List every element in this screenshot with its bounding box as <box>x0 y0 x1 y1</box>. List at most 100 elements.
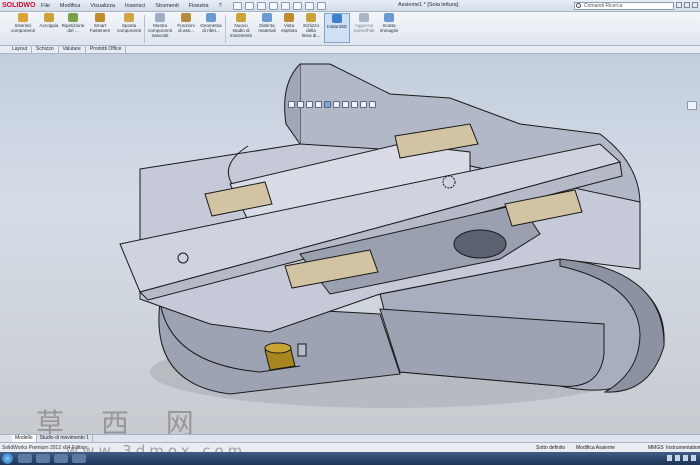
tab-office-products[interactable]: Prodotti Office <box>86 46 127 53</box>
mate-icon <box>44 13 54 22</box>
bill-of-materials-icon <box>262 13 272 22</box>
search-input[interactable]: Comandi Ricerca <box>574 2 674 10</box>
reference-geometry-icon <box>206 13 216 22</box>
instant3d-icon <box>332 14 342 23</box>
ribbon-separator <box>144 15 145 43</box>
model-tabs: Modello Studio di movimento 1 <box>0 434 700 442</box>
zoom-area-icon[interactable] <box>297 101 304 108</box>
scene-icon[interactable] <box>360 101 367 108</box>
menu-bar: File Modifica Visualizza Inserisci Strum… <box>36 3 227 9</box>
taskbar-browser-icon[interactable] <box>36 454 50 463</box>
search-placeholder: Comandi Ricerca <box>584 3 623 9</box>
taskbar <box>0 452 700 465</box>
move-component-button[interactable]: Sposta componenti <box>114 13 144 33</box>
speedpak-icon <box>359 13 369 22</box>
status-units[interactable]: MMGS <box>648 445 664 451</box>
explode-line-sketch-button[interactable]: Schizzo della linea di... <box>299 13 323 38</box>
hide-show-icon[interactable] <box>342 101 349 108</box>
tray-icon[interactable] <box>675 455 680 461</box>
tab-model[interactable]: Modello <box>12 435 37 442</box>
tab-layout[interactable]: Layout <box>8 46 33 53</box>
window-controls <box>676 2 698 8</box>
start-button-icon[interactable] <box>2 453 13 464</box>
appearance-icon[interactable] <box>351 101 358 108</box>
command-manager-tabs: Layout Schizzo Valutare Prodotti Office <box>0 46 700 54</box>
exploded-view-button[interactable]: Vista esplosa <box>279 13 299 33</box>
side-plug <box>297 343 307 357</box>
select-icon[interactable] <box>292 1 302 10</box>
pattern-icon <box>68 13 78 22</box>
save-icon[interactable] <box>256 1 266 10</box>
undo-icon[interactable] <box>280 1 290 10</box>
taskbar-explorer-icon[interactable] <box>18 454 32 463</box>
ribbon-separator <box>225 15 226 43</box>
exploded-view-icon <box>284 13 294 22</box>
menu-file[interactable]: File <box>36 3 55 9</box>
insert-components-button[interactable]: Inserisci componenti <box>8 13 38 33</box>
mate-button[interactable]: Accoppia <box>38 13 60 28</box>
status-mode: Modifica Assieme <box>576 445 615 451</box>
system-tray <box>667 455 696 461</box>
taskbar-app-icon[interactable] <box>72 454 86 463</box>
insert-components-icon <box>18 13 28 22</box>
menu-insert[interactable]: Inserisci <box>120 3 150 9</box>
view-settings-icon[interactable] <box>369 101 376 108</box>
show-hidden-icon <box>155 13 165 22</box>
smart-fasteners-button[interactable]: Smart Fasteners <box>86 13 114 33</box>
menu-edit[interactable]: Modifica <box>55 3 85 9</box>
rebuild-icon[interactable] <box>304 1 314 10</box>
pattern-button[interactable]: Ripetizione del ... <box>60 13 86 33</box>
status-underdefined: Sotto definito <box>536 445 566 451</box>
show-hidden-components-button[interactable]: Mostra componenti nascosti <box>146 13 174 38</box>
graphics-area[interactable] <box>0 54 700 434</box>
minimize-icon[interactable] <box>676 2 682 8</box>
zoom-fit-icon[interactable] <box>288 101 295 108</box>
reference-geometry-button[interactable]: Geometria di riferi... <box>198 13 224 33</box>
tab-sketch[interactable]: Schizzo <box>32 46 59 53</box>
take-snapshot-button[interactable]: Scatta immagini <box>377 13 401 33</box>
new-motion-study-button[interactable]: Nuovo studio di movimento <box>227 13 255 38</box>
update-speedpak-button[interactable]: Aggiorna SpeedPak <box>351 13 377 33</box>
section-view-icon[interactable] <box>315 101 322 108</box>
title-bar: SOLIDWORKS File Modifica Visualizza Inse… <box>0 0 700 12</box>
tab-evaluate[interactable]: Valutare <box>59 46 86 53</box>
motion-study-icon <box>236 13 246 22</box>
assembly-features-icon <box>181 13 191 22</box>
menu-tools[interactable]: Strumenti <box>150 3 184 9</box>
tray-icon[interactable] <box>667 455 672 461</box>
camera-icon <box>384 13 394 22</box>
close-icon[interactable] <box>692 2 698 8</box>
print-icon[interactable] <box>268 1 278 10</box>
bolt-top <box>264 342 292 354</box>
new-document-icon[interactable] <box>232 1 242 10</box>
display-style-icon[interactable] <box>333 101 340 108</box>
taskbar-solidworks-icon[interactable] <box>54 454 68 463</box>
view-orientation-icon[interactable] <box>324 101 331 108</box>
menu-view[interactable]: Visualizza <box>85 3 120 9</box>
open-icon[interactable] <box>244 1 254 10</box>
bearing-ring <box>453 229 507 259</box>
heads-up-toolbar <box>288 101 376 108</box>
options-icon[interactable] <box>316 1 326 10</box>
assembly-features-button[interactable]: Funzioni di ass... <box>174 13 198 33</box>
status-editing: Instrumentation 2.1b <box>666 445 700 451</box>
move-component-icon <box>124 13 134 22</box>
quick-access-toolbar <box>232 1 326 10</box>
search-icon <box>576 3 581 8</box>
menu-help[interactable]: ? <box>214 3 227 9</box>
assembly-model[interactable] <box>0 54 700 434</box>
tab-motion-study[interactable]: Studio di movimento 1 <box>37 435 93 442</box>
task-pane-toggle-icon[interactable] <box>687 101 697 110</box>
document-title: Assieme1 * [Sola lettura] <box>398 2 459 8</box>
bill-of-materials-button[interactable]: Distinta materiali <box>255 13 279 33</box>
restore-icon[interactable] <box>684 2 690 8</box>
command-manager: Inserisci componenti Accoppia Ripetizion… <box>0 12 700 46</box>
explode-line-sketch-icon <box>306 13 316 22</box>
instant3d-button[interactable]: Instant3D <box>324 13 350 43</box>
app-logo: SOLIDWORKS <box>2 2 36 9</box>
previous-view-icon[interactable] <box>306 101 313 108</box>
smart-fasteners-icon <box>95 13 105 22</box>
tray-icon[interactable] <box>683 455 688 461</box>
tray-icon[interactable] <box>691 455 696 461</box>
menu-window[interactable]: Finestra <box>184 3 214 9</box>
